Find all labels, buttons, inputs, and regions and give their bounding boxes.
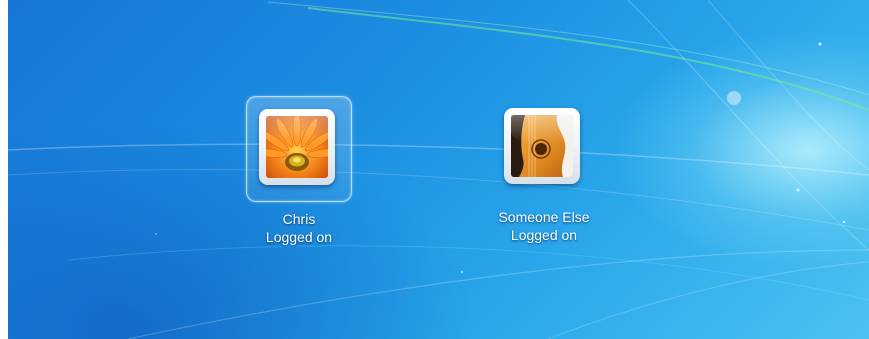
user-tile-someone-else[interactable]: Someone Else Logged on [474, 96, 614, 244]
user-tile-chris[interactable]: Chris Logged on [229, 96, 369, 246]
user-picture-frame [504, 108, 580, 184]
user-name: Someone Else [498, 209, 590, 225]
selection-highlight [246, 96, 352, 202]
guitar-icon [511, 115, 573, 177]
user-picture-frame [259, 109, 335, 185]
orange-flower-icon [266, 116, 328, 178]
background-swirl-decoration [8, 0, 869, 339]
user-name: Chris [282, 211, 316, 227]
user-status: Logged on [510, 227, 578, 243]
tile-frame-area [492, 96, 596, 200]
user-status: Logged on [265, 229, 333, 245]
logon-screen: Chris Logged on Someone Else Logged on [8, 0, 869, 339]
